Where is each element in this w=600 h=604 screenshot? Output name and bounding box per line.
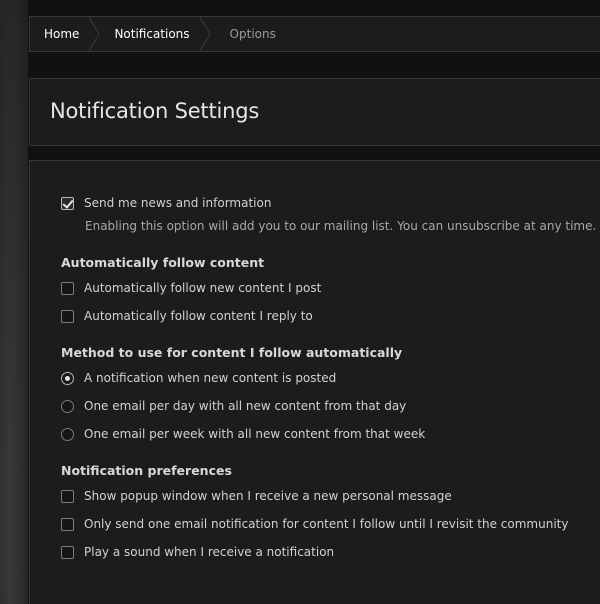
breadcrumb-notifications-label: Notifications (114, 27, 190, 41)
popup-window-checkbox[interactable] (61, 489, 74, 503)
auto-follow-post-option[interactable]: Automatically follow new content I post (61, 279, 321, 297)
auto-follow-reply-label: Automatically follow content I reply to (84, 309, 313, 323)
auto-follow-heading: Automatically follow content (61, 255, 265, 270)
page-title: Notification Settings (50, 99, 260, 123)
play-sound-checkbox[interactable] (61, 545, 74, 559)
method-daily-email-label: One email per day with all new content f… (84, 399, 407, 413)
auto-follow-post-checkbox[interactable] (61, 281, 74, 295)
background-edge (0, 0, 28, 604)
method-daily-email-option[interactable]: One email per day with all new content f… (61, 397, 406, 415)
newsletter-description: Enabling this option will add you to our… (85, 219, 597, 233)
method-weekly-email-option[interactable]: One email per week with all new content … (61, 425, 425, 443)
single-email-label: Only send one email notification for con… (84, 517, 569, 531)
play-sound-option[interactable]: Play a sound when I receive a notificati… (61, 543, 334, 561)
auto-follow-reply-checkbox[interactable] (61, 309, 74, 323)
breadcrumb-options-label: Options (229, 27, 276, 41)
method-weekly-email-label: One email per week with all new content … (84, 427, 426, 441)
auto-follow-post-label: Automatically follow new content I post (84, 281, 322, 295)
single-email-checkbox[interactable] (61, 517, 74, 531)
auto-follow-reply-option[interactable]: Automatically follow content I reply to (61, 307, 313, 325)
method-notification-radio[interactable] (61, 371, 74, 385)
title-panel: Notification Settings (29, 78, 600, 146)
popup-window-label: Show popup window when I receive a new p… (84, 489, 452, 503)
breadcrumb-home-label: Home (44, 27, 80, 41)
breadcrumb-notifications[interactable]: Notifications (99, 17, 211, 51)
method-daily-email-radio[interactable] (61, 399, 74, 413)
method-weekly-email-radio[interactable] (61, 427, 74, 441)
method-notification-label: A notification when new content is poste… (84, 371, 337, 385)
preferences-heading: Notification preferences (61, 463, 232, 478)
play-sound-label: Play a sound when I receive a notificati… (84, 545, 335, 559)
breadcrumb: Home Notifications Options (29, 16, 600, 52)
popup-window-option[interactable]: Show popup window when I receive a new p… (61, 487, 452, 505)
follow-method-heading: Method to use for content I follow autom… (61, 345, 403, 360)
breadcrumb-home[interactable]: Home (30, 17, 101, 51)
settings-panel: Send me news and information Enabling th… (29, 160, 600, 604)
newsletter-label: Send me news and information (84, 196, 272, 210)
single-email-option[interactable]: Only send one email notification for con… (61, 515, 568, 533)
newsletter-option[interactable]: Send me news and information (61, 194, 271, 212)
method-notification-option[interactable]: A notification when new content is poste… (61, 369, 336, 387)
breadcrumb-options: Options (210, 17, 296, 51)
newsletter-checkbox[interactable] (61, 196, 74, 210)
